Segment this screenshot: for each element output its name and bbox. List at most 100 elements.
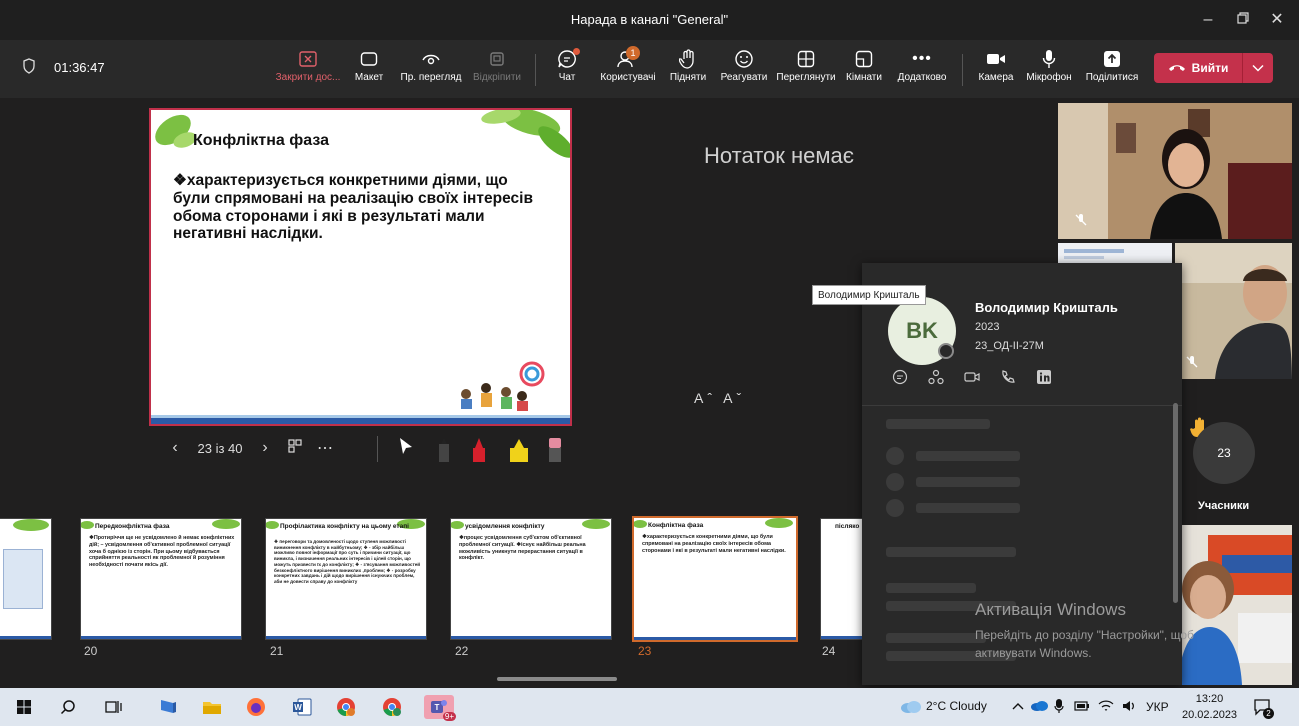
- task-view-button[interactable]: [102, 695, 126, 719]
- firefox-button[interactable]: [244, 695, 268, 719]
- org-chart-icon[interactable]: [928, 369, 944, 385]
- thumb-band: [266, 636, 426, 639]
- chat-icon[interactable]: [892, 369, 908, 385]
- preview-button[interactable]: Пр. перегляд: [396, 48, 466, 94]
- loading-placeholder: [886, 633, 986, 643]
- close-window-button[interactable]: ✕: [1262, 6, 1292, 34]
- stop-sharing-button[interactable]: Закрити дос...: [270, 48, 346, 94]
- volume-icon[interactable]: [1122, 699, 1136, 713]
- pen-red-tool[interactable]: [472, 436, 486, 464]
- participant-video-icon: [1058, 103, 1292, 239]
- highlighter-icon: [510, 439, 528, 462]
- battery-icon[interactable]: [1074, 700, 1090, 712]
- chevron-up-icon[interactable]: [1012, 702, 1024, 710]
- taskbar-app-1[interactable]: [156, 695, 180, 719]
- share-screen-icon: [1104, 51, 1120, 67]
- maximize-button[interactable]: [1228, 6, 1258, 34]
- rooms-button[interactable]: Кімнати: [844, 48, 884, 94]
- notifications-button[interactable]: 2: [1250, 695, 1274, 719]
- slide-thumbnail-21[interactable]: Профілактика конфлікту на цьому етапі ❖ …: [265, 518, 427, 640]
- layout-icon: [360, 52, 378, 66]
- view-button[interactable]: Переглянути: [775, 48, 837, 94]
- linkedin-icon[interactable]: [1036, 369, 1052, 385]
- stop-share-icon: [299, 51, 317, 67]
- react-button[interactable]: Реагувати: [718, 48, 770, 94]
- shield-icon: [23, 58, 35, 74]
- pointer-icon: [398, 438, 414, 462]
- loading-placeholder: [886, 447, 904, 465]
- firefox-icon: [247, 698, 265, 716]
- next-slide-button[interactable]: ›: [250, 439, 280, 457]
- thumbnails-scrollbar[interactable]: [497, 677, 617, 681]
- eraser-tool[interactable]: [548, 436, 562, 464]
- teams-button[interactable]: T 9+: [424, 695, 456, 721]
- thumb-body: ❖ переговори та домовленості щодо ступен…: [274, 539, 421, 585]
- loading-placeholder: [886, 547, 1016, 557]
- hand-icon: [679, 49, 694, 69]
- card-scrollbar[interactable]: [1173, 403, 1178, 603]
- more-options-button[interactable]: ••• Додатково: [892, 48, 952, 94]
- smiley-icon: [735, 50, 753, 68]
- toolbar-separator: [962, 54, 963, 86]
- pen-black-tool[interactable]: [438, 436, 450, 464]
- slide-thumbnail-23[interactable]: Конфліктна фаза ❖характеризується конкре…: [632, 516, 798, 642]
- slide-more-button[interactable]: ⋯: [310, 438, 340, 458]
- layout-button[interactable]: Макет: [350, 48, 388, 94]
- laser-pointer-tool[interactable]: [398, 436, 414, 464]
- slides-grid-button[interactable]: [280, 438, 310, 458]
- slide-thumbnail-19[interactable]: [0, 518, 52, 640]
- phone-call-icon[interactable]: [1000, 369, 1016, 385]
- word-button[interactable]: W: [290, 695, 314, 719]
- slide-thumbnail-22[interactable]: усвідомлення конфлікту ❖процес усвідомле…: [450, 518, 612, 640]
- presence-status: [938, 343, 954, 359]
- taskbar-clock[interactable]: 13:20 20.02.2023: [1182, 691, 1237, 723]
- activation-title: Активація Windows: [975, 600, 1126, 619]
- clock-date: 20.02.2023: [1182, 709, 1238, 721]
- raise-hand-button[interactable]: Підняти: [668, 48, 708, 94]
- leave-options-button[interactable]: [1243, 64, 1273, 72]
- loading-placeholder: [916, 477, 1020, 487]
- slide-footer-bar: [151, 418, 570, 424]
- chrome-profile-1-button[interactable]: [334, 695, 358, 719]
- slide-thumbnail-20[interactable]: Передконфліктна фаза ❖Протиріччя ще не у…: [80, 518, 242, 640]
- thumb-title: Конфліктна фаза: [648, 522, 704, 529]
- chevron-down-icon: [1252, 64, 1264, 72]
- thumb-number: 22: [455, 644, 469, 658]
- chrome-profile-2-button[interactable]: [380, 695, 404, 719]
- font-size-controls[interactable]: Aˆ Aˇ: [694, 390, 745, 406]
- participants-count[interactable]: 23: [1193, 422, 1255, 484]
- thumb-body: ❖характеризується конкретними діями, що …: [642, 534, 786, 554]
- wifi-icon[interactable]: [1098, 700, 1114, 712]
- mic-off-icon: [1186, 356, 1198, 368]
- highlighter-tool[interactable]: [508, 436, 530, 464]
- eye-icon: [422, 54, 440, 65]
- chrome-icon: [337, 698, 355, 716]
- video-tile-participant-3[interactable]: [1175, 243, 1292, 379]
- unpin-button[interactable]: Відкріпити: [470, 48, 524, 94]
- search-icon: [60, 700, 75, 715]
- participants-button[interactable]: 1 Користувачі: [596, 46, 660, 94]
- search-button[interactable]: [56, 695, 80, 719]
- start-button[interactable]: [12, 695, 36, 719]
- file-explorer-button[interactable]: [200, 695, 224, 719]
- microphone-icon: [1042, 50, 1056, 68]
- previous-slide-button[interactable]: ‹: [160, 439, 190, 457]
- onedrive-icon[interactable]: [1030, 700, 1048, 712]
- thumb-number: 20: [84, 644, 98, 658]
- minimize-button[interactable]: –: [1193, 6, 1223, 34]
- camera-button[interactable]: Камера: [974, 48, 1018, 94]
- profile-name[interactable]: Володимир Кришталь: [975, 300, 1118, 315]
- weather-widget[interactable]: 2°C Cloudy: [900, 699, 987, 713]
- video-call-icon[interactable]: [964, 369, 980, 385]
- share-button[interactable]: Поділитися: [1082, 48, 1142, 94]
- leave-button[interactable]: Вийти: [1154, 53, 1242, 83]
- language-indicator[interactable]: УКР: [1146, 700, 1169, 714]
- microphone-button[interactable]: Мікрофон: [1020, 48, 1078, 94]
- video-tile-participant-1[interactable]: [1058, 103, 1292, 239]
- chat-button[interactable]: Чат: [552, 48, 582, 94]
- activation-text: Перейдіть до розділу "Настройки", щоб ак…: [975, 628, 1194, 660]
- chrome-icon: [383, 698, 401, 716]
- microphone-tray-icon[interactable]: [1054, 698, 1064, 714]
- chat-unread-dot: [573, 48, 580, 55]
- thumb-band: [451, 636, 611, 639]
